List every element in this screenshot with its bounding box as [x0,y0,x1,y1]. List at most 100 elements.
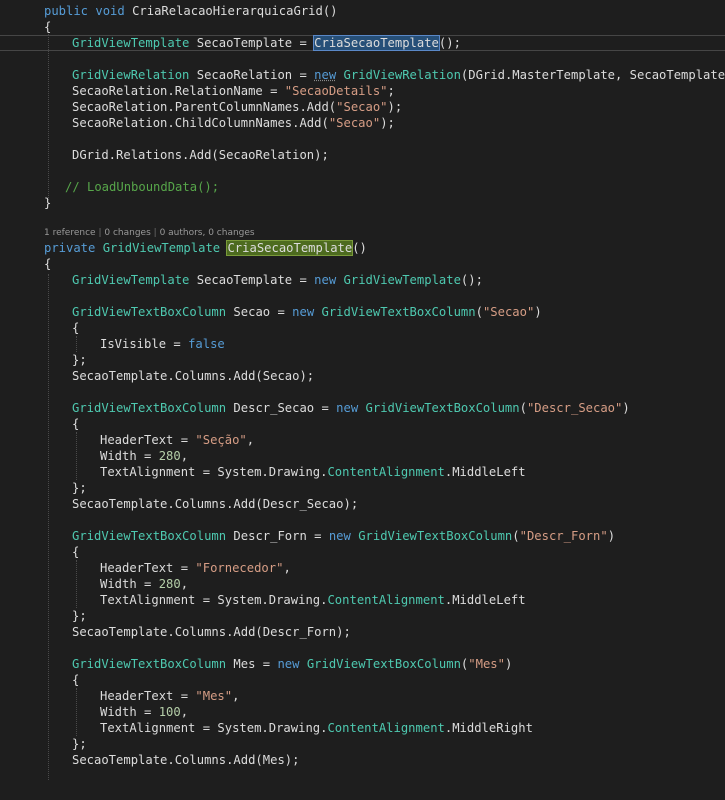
code-line[interactable]: Width = 280, [0,576,725,592]
code-line[interactable]: GridViewRelation SecaoRelation = new Gri… [0,67,725,83]
code-text: SecaoTemplate = [189,273,315,287]
code-line-current[interactable]: GridViewTemplate SecaoTemplate = CriaSec… [0,35,725,51]
keyword: void [88,4,133,18]
highlighted-method-name[interactable]: CriaSecaoTemplate [226,240,354,256]
code-text: SecaoRelation.RelationName = [72,84,285,98]
selected-method-call[interactable]: CriaSecaoTemplate [313,35,440,51]
code-line[interactable]: private GridViewTemplate CriaSecaoTempla… [0,240,725,256]
code-text: , [283,561,291,575]
keyword: private [44,241,96,255]
code-text: , [180,577,189,591]
code-line[interactable]: GridViewTextBoxColumn Secao = new GridVi… [0,304,725,320]
code-line[interactable]: SecaoRelation.ChildColumnNames.Add("Seca… [0,115,725,131]
code-line[interactable]: } [0,195,725,211]
code-text: , [180,449,189,463]
authors-link[interactable]: 0 authors, 0 changes [160,228,255,238]
code-line[interactable]: { [0,544,725,560]
keyword: new [314,273,337,287]
type-name: ContentAlignment [327,721,445,735]
code-line[interactable]: TextAlignment = System.Drawing.ContentAl… [0,464,725,480]
number-literal: 100 [158,705,181,719]
code-line[interactable]: { [0,672,725,688]
code-line[interactable]: IsVisible = false [0,336,725,352]
code-line[interactable]: GridViewTemplate SecaoTemplate = new Gri… [0,272,725,288]
code-line[interactable]: Width = 280, [0,448,725,464]
code-editor[interactable]: public void CriaRelacaoHierarquicaGrid()… [0,0,725,780]
code-line[interactable]: TextAlignment = System.Drawing.ContentAl… [0,592,725,608]
code-line[interactable]: GridViewTextBoxColumn Descr_Secao = new … [0,400,725,416]
type-name: GridViewTemplate [102,241,221,255]
code-line[interactable]: GridViewTextBoxColumn Descr_Forn = new G… [0,528,725,544]
code-line[interactable]: }; [0,736,725,752]
code-line[interactable]: }; [0,480,725,496]
code-line[interactable]: { [0,19,725,35]
type-name: GridViewTextBoxColumn [72,401,227,415]
code-line[interactable]: HeaderText = "Fornecedor", [0,560,725,576]
code-text: SecaoRelation.ChildColumnNames.Add( [72,116,329,130]
code-text: TextAlignment = System.Drawing. [100,465,328,479]
code-line[interactable]: // LoadUnboundData(); [0,179,725,195]
code-line[interactable]: Width = 100, [0,704,725,720]
code-text: .MiddleLeft [444,593,526,607]
code-line[interactable]: HeaderText = "Seção", [0,432,725,448]
type-name: GridViewTemplate [343,273,461,287]
code-line[interactable]: { [0,320,725,336]
code-line[interactable]: { [0,416,725,432]
string-literal: "Secao" [328,116,381,130]
keyword: new [336,401,359,415]
type-name: ContentAlignment [327,465,445,479]
code-text: SecaoRelation.ParentColumnNames.Add( [72,100,337,114]
code-text: Width = [100,705,159,719]
type-name: GridViewTemplate [72,273,190,287]
string-literal: "Descr_Secao" [526,401,623,415]
type-name: GridViewTextBoxColumn [306,657,461,671]
code-text: CriaSecaoTemplate [314,36,439,50]
code-text: Descr_Secao = [226,401,337,415]
code-line[interactable]: GridViewTextBoxColumn Mes = new GridView… [0,656,725,672]
code-text: Width = [100,449,159,463]
separator: | [98,228,102,238]
references-link[interactable]: 1 reference [44,228,96,238]
code-lens[interactable]: 1 reference | 0 changes | 0 authors, 0 c… [0,225,725,239]
code-line[interactable]: SecaoTemplate.Columns.Add(Descr_Forn); [0,624,725,640]
brace: { [72,417,80,431]
code-text: .MiddleRight [444,721,533,735]
code-text: (); [438,36,461,50]
code-line[interactable]: public void CriaRelacaoHierarquicaGrid() [0,3,725,19]
keyword: new [314,68,337,82]
changes-link[interactable]: 0 changes [104,228,150,238]
code-line[interactable]: TextAlignment = System.Drawing.ContentAl… [0,720,725,736]
code-text: ( [519,401,527,415]
code-line[interactable]: SecaoRelation.ParentColumnNames.Add("Sec… [0,99,725,115]
code-text: (); [460,273,483,287]
type-name: GridViewTextBoxColumn [72,529,227,543]
type-name: GridViewRelation [343,68,461,82]
code-line[interactable]: { [0,256,725,272]
code-text: , [180,705,189,719]
string-literal: "Seção" [195,433,247,447]
type-name: GridViewTextBoxColumn [358,529,513,543]
code-text: ( [475,305,483,319]
code-line[interactable]: }; [0,352,725,368]
code-text: SecaoRelation = [189,68,315,82]
code-line[interactable]: SecaoTemplate.Columns.Add(Descr_Secao); [0,496,725,512]
code-text: HeaderText = [100,561,196,575]
keyword: public [44,4,89,18]
code-text: ( [512,529,520,543]
code-text: TextAlignment = System.Drawing. [100,593,328,607]
code-text: IsVisible = [100,337,189,351]
code-text: Width = [100,577,159,591]
code-line[interactable]: HeaderText = "Mes", [0,688,725,704]
type-name: ContentAlignment [327,593,445,607]
code-text: .MiddleLeft [444,465,526,479]
method-name: CriaRelacaoHierarquicaGrid() [132,4,338,18]
code-line[interactable]: SecaoRelation.RelationName = "SecaoDetai… [0,83,725,99]
code-line[interactable]: SecaoTemplate.Columns.Add(Secao); [0,368,725,384]
type-name: GridViewRelation [72,68,190,82]
code-line[interactable]: SecaoTemplate.Columns.Add(Mes); [0,752,725,768]
brace: } [44,196,52,210]
separator: | [153,228,157,238]
string-literal: "Descr_Forn" [519,529,608,543]
code-line[interactable]: }; [0,608,725,624]
code-line[interactable]: DGrid.Relations.Add(SecaoRelation); [0,147,725,163]
